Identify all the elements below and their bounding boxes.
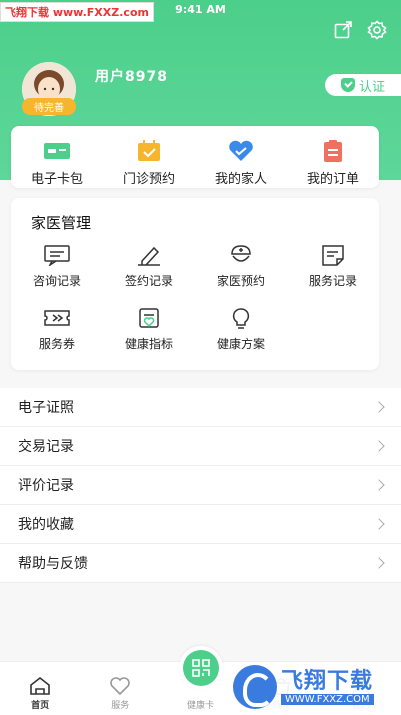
menu-label: 我的收藏 — [18, 517, 74, 533]
menu-review-records[interactable]: 评价记录 — [0, 466, 401, 505]
quick-actions-card: 电子卡包 门诊预约 我的家人 我的订单 — [11, 126, 379, 188]
chevron-right-icon — [373, 557, 385, 569]
watermark-title: 飞翔下载 — [281, 668, 374, 694]
tab-label: 首页 — [31, 701, 50, 711]
doctor-item-label: 服务记录 — [308, 274, 357, 288]
menu-my-favorites[interactable]: 我的收藏 — [0, 505, 401, 544]
ticket-icon — [44, 310, 70, 326]
heart-icon — [229, 140, 253, 161]
tab-health-card[interactable]: 健康卡 — [160, 646, 240, 715]
doctor-item-label: 服务券 — [38, 337, 75, 351]
doctor-service-records[interactable]: 服务记录 — [287, 244, 379, 289]
tab-home[interactable]: 首页 — [0, 662, 80, 715]
quick-label: 我的订单 — [306, 172, 359, 187]
certify-label: 认证 — [358, 79, 385, 95]
quick-my-orders[interactable]: 我的订单 — [287, 126, 379, 188]
username: 用户8978 — [95, 69, 168, 85]
doctor-item-label: 家医预约 — [216, 274, 265, 288]
quick-my-family[interactable]: 我的家人 — [195, 126, 287, 188]
chat-record-icon — [44, 245, 70, 266]
health-index-icon — [139, 308, 159, 328]
chevron-right-icon — [373, 479, 385, 491]
chevron-right-icon — [373, 440, 385, 452]
doctor-sign-records[interactable]: 签约记录 — [103, 244, 195, 289]
doctor-item-label: 健康指标 — [124, 337, 173, 351]
service-doc-icon — [322, 245, 344, 266]
doctor-appointment[interactable]: 家医预约 — [195, 244, 287, 289]
header-actions — [333, 20, 387, 40]
tab-label: 健康卡 — [187, 701, 215, 711]
qr-card-icon — [191, 659, 210, 677]
certify-button[interactable]: 认证 — [325, 74, 401, 96]
quick-label: 门诊预约 — [122, 172, 175, 187]
doctor-health-index[interactable]: 健康指标 — [103, 307, 195, 352]
heart-outline-icon — [110, 677, 131, 696]
doctor-health-plan[interactable]: 健康方案 — [195, 307, 287, 352]
watermark-bottom: 飞翔下载 WWW.FXXZ.COM — [233, 663, 393, 711]
quick-card-wallet[interactable]: 电子卡包 — [11, 126, 103, 188]
watermark-url: WWW.FXXZ.COM — [281, 693, 374, 705]
menu-transaction-records[interactable]: 交易记录 — [0, 427, 401, 466]
menu-label: 帮助与反馈 — [18, 556, 88, 572]
order-clipboard-icon — [324, 140, 342, 162]
doctor-item-label: 健康方案 — [216, 337, 265, 351]
settings-gear-icon[interactable] — [367, 20, 387, 40]
menu-help-feedback[interactable]: 帮助与反馈 — [0, 544, 401, 583]
watermark-top: 飞翔下载 www.FXXZ.com — [0, 2, 154, 22]
doctor-item-label: 签约记录 — [124, 274, 173, 288]
share-icon[interactable] — [333, 20, 353, 40]
calendar-check-icon — [138, 140, 160, 161]
avatar-badge: 待完善 — [22, 98, 76, 115]
menu-list: 电子证照 交易记录 评价记录 我的收藏 帮助与反馈 — [0, 388, 401, 583]
menu-label: 交易记录 — [18, 439, 74, 455]
quick-label: 电子卡包 — [30, 172, 83, 187]
home-icon — [30, 676, 50, 695]
family-doctor-card: 家医管理 咨询记录 签约记录 家医预约 服务记录 服务券 健康指标 健康方案 — [11, 198, 379, 370]
chevron-right-icon — [373, 401, 385, 413]
quick-outpatient-booking[interactable]: 门诊预约 — [103, 126, 195, 188]
bulb-icon — [232, 308, 250, 329]
card-wallet-icon — [44, 143, 70, 159]
doctor-cap-icon — [231, 245, 251, 262]
watermark-logo-icon — [233, 665, 277, 709]
avatar[interactable]: 待完善 — [18, 62, 82, 116]
pen-sign-icon — [138, 246, 160, 266]
shield-check-icon — [340, 78, 355, 92]
menu-electronic-license[interactable]: 电子证照 — [0, 388, 401, 427]
doctor-service-coupon[interactable]: 服务券 — [11, 307, 103, 352]
quick-label: 我的家人 — [214, 172, 267, 187]
menu-label: 评价记录 — [18, 478, 74, 494]
family-doctor-title: 家医管理 — [31, 214, 92, 232]
tab-service[interactable]: 服务 — [80, 662, 160, 715]
tab-label: 服务 — [111, 701, 130, 711]
chevron-right-icon — [373, 518, 385, 530]
menu-label: 电子证照 — [18, 400, 74, 416]
doctor-consult-records[interactable]: 咨询记录 — [11, 244, 103, 289]
doctor-item-label: 咨询记录 — [32, 274, 81, 288]
